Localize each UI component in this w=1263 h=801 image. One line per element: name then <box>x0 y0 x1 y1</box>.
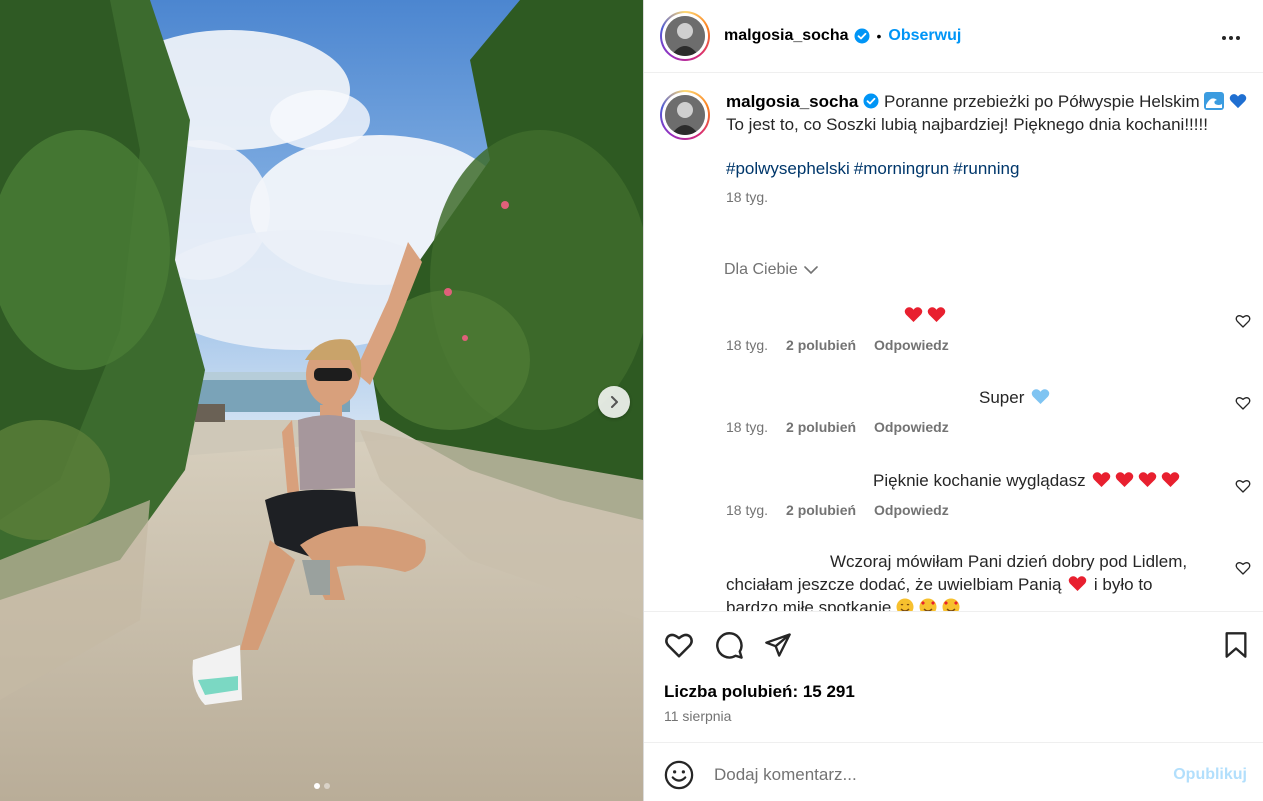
post-actions-bar: Liczba polubień: 15 291 11 sierpnia <box>644 611 1263 742</box>
post-header: malgosia_socha • Obserwuj <box>644 0 1263 73</box>
for-you-label: Dla Ciebie <box>724 261 798 278</box>
comment-body: bardzo miłe spotkanie <box>726 598 892 611</box>
post-caption: malgosia_socha Poranne przebieżki po Pół… <box>660 90 1250 205</box>
carousel-dot <box>323 783 330 789</box>
comment-likes-count[interactable]: 2 polubień <box>786 502 856 518</box>
post-photo[interactable] <box>0 0 643 801</box>
comment-meta: 18 tyg. 2 polubień Odpowiedz <box>726 502 1226 518</box>
smiling-face-with-hearts-emoji-icon <box>919 598 937 611</box>
comment-timestamp[interactable]: 18 tyg. <box>726 337 768 353</box>
header-separator: • <box>876 28 882 44</box>
comment-line: bardzo miłe spotkanie <box>726 596 1226 611</box>
post-modal: malgosia_socha • Obserwuj malgosia_socha… <box>0 0 1263 801</box>
reply-button[interactable]: Odpowiedz <box>874 502 949 518</box>
like-button[interactable] <box>663 629 695 661</box>
comment-text: Super <box>726 386 1226 409</box>
send-paper-plane-icon <box>765 633 791 657</box>
verified-badge-icon <box>854 28 869 44</box>
save-button[interactable] <box>1220 629 1252 661</box>
comment-line: chciałam jeszcze dodać, że uwielbiam Pan… <box>726 573 1226 596</box>
comment-text: Pięknie kochanie wyglądasz <box>726 469 1226 492</box>
next-image-button[interactable] <box>598 386 630 418</box>
caption-hashtags: #polwysephelski #morningrun #running <box>726 159 1250 179</box>
bookmark-icon <box>1225 632 1247 658</box>
more-options-button[interactable] <box>1219 26 1243 50</box>
reply-button[interactable]: Odpowiedz <box>874 419 949 435</box>
post-date[interactable]: 11 sierpnia <box>664 708 731 724</box>
red-heart-emoji-icon <box>1139 472 1157 488</box>
like-comment-heart-icon[interactable] <box>1235 313 1251 329</box>
chevron-down-icon <box>804 265 818 274</box>
comment-button[interactable] <box>713 629 745 661</box>
smiling-face-with-hearts-emoji-icon <box>942 598 960 611</box>
like-comment-heart-icon[interactable] <box>1235 395 1251 411</box>
beach-photo-image <box>0 0 643 801</box>
comment-bubble-icon <box>715 631 743 659</box>
caption-text-part1: Poranne przebieżki po Półwyspie Helskim <box>884 92 1200 111</box>
carousel-dot-active <box>313 783 320 789</box>
comment-text <box>726 304 1226 327</box>
avatar-icon <box>665 16 705 56</box>
comment-meta: 18 tyg. 2 polubień Odpowiedz <box>726 337 1226 353</box>
for-you-filter[interactable]: Dla Ciebie <box>724 261 818 279</box>
caption-author-avatar[interactable] <box>660 90 710 140</box>
follow-button[interactable]: Obserwuj <box>888 27 961 45</box>
comment-timestamp[interactable]: 18 tyg. <box>726 419 768 435</box>
smiling-face-emoji-icon <box>896 598 914 611</box>
hashtag-link[interactable]: #polwysephelski <box>726 159 850 178</box>
comment-item: Pięknie kochanie wyglądasz 18 tyg. 2 pol… <box>726 469 1226 518</box>
add-comment-section: Opublikuj <box>644 742 1263 801</box>
share-button[interactable] <box>762 629 794 661</box>
comment-body: i było to <box>1093 575 1153 594</box>
red-heart-emoji-icon <box>927 307 946 323</box>
red-heart-emoji-icon <box>1116 472 1134 488</box>
hashtag-link[interactable]: #morningrun <box>854 159 949 178</box>
hashtag-link[interactable]: #running <box>953 159 1019 178</box>
comment-likes-count[interactable]: 2 polubień <box>786 337 856 353</box>
comment-likes-count[interactable]: 2 polubień <box>786 419 856 435</box>
blue-heart-emoji-icon <box>1229 94 1247 109</box>
comment-item: Super 18 tyg. 2 polubień Odpowiedz <box>726 386 1226 435</box>
comment-line: Wczoraj mówiłam Pani dzień dobry pod Lid… <box>830 552 1188 571</box>
comment-timestamp[interactable]: 18 tyg. <box>726 502 768 518</box>
post-side-panel: malgosia_socha • Obserwuj malgosia_socha… <box>643 0 1263 801</box>
red-heart-emoji-icon <box>1093 472 1111 488</box>
caption-timestamp[interactable]: 18 tyg. <box>726 189 1250 205</box>
like-comment-heart-icon[interactable] <box>1235 560 1251 576</box>
caption-username[interactable]: malgosia_socha <box>726 92 858 111</box>
red-heart-emoji-icon <box>904 307 923 323</box>
comment-body: Super <box>979 388 1025 407</box>
likes-count[interactable]: Liczba polubień: 15 291 <box>664 682 855 702</box>
comment-item: Wczoraj mówiłam Pani dzień dobry pod Lid… <box>726 550 1226 611</box>
avatar-icon <box>665 95 705 135</box>
publish-button[interactable]: Opublikuj <box>1173 766 1247 784</box>
more-icon <box>1222 36 1240 40</box>
comment-input[interactable] <box>714 762 1134 788</box>
author-avatar[interactable] <box>660 11 710 61</box>
water-wave-emoji-icon <box>1204 92 1225 110</box>
comment-body: chciałam jeszcze dodać, że uwielbiam Pan… <box>726 575 1062 594</box>
author-username[interactable]: malgosia_socha <box>724 27 849 45</box>
comment-text: Wczoraj mówiłam Pani dzień dobry pod Lid… <box>726 550 1226 611</box>
caption-text: malgosia_socha Poranne przebieżki po Pół… <box>726 90 1250 136</box>
verified-badge-icon <box>863 93 879 109</box>
comments-list[interactable]: malgosia_socha Poranne przebieżki po Pół… <box>644 74 1263 611</box>
red-heart-emoji-icon <box>1068 576 1087 592</box>
like-comment-heart-icon[interactable] <box>1235 478 1251 494</box>
heart-icon <box>665 633 693 658</box>
emoji-smile-icon <box>664 760 694 790</box>
comment-item: 18 tyg. 2 polubień Odpowiedz <box>726 304 1226 353</box>
light-blue-heart-emoji-icon <box>1031 389 1050 405</box>
comment-meta: 18 tyg. 2 polubień Odpowiedz <box>726 419 1226 435</box>
emoji-picker-button[interactable] <box>664 760 694 790</box>
reply-button[interactable]: Odpowiedz <box>874 337 949 353</box>
chevron-right-icon <box>611 396 618 408</box>
carousel-indicator <box>0 783 643 789</box>
caption-text-part2: To jest to, co Soszki lubią najbardziej!… <box>726 115 1208 134</box>
comment-body: Pięknie kochanie wyglądasz <box>873 471 1086 490</box>
red-heart-emoji-icon <box>1162 472 1180 488</box>
